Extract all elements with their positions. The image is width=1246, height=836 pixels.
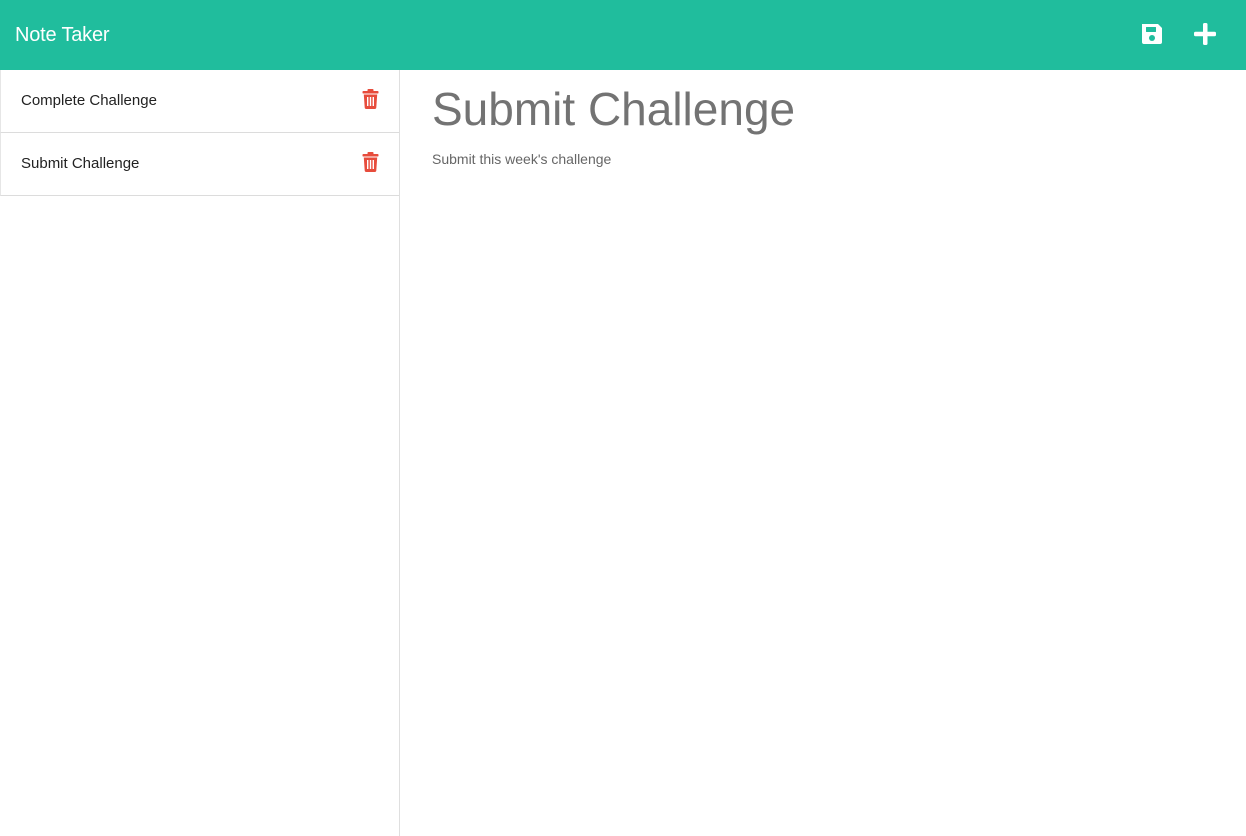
note-list-item-label: Submit Challenge (21, 155, 140, 172)
brand-title[interactable]: Note Taker (15, 22, 110, 48)
trash-icon[interactable] (362, 152, 379, 172)
navbar: Note Taker (0, 0, 1246, 70)
note-list-item[interactable]: Submit Challenge (0, 133, 399, 196)
note-editor: Submit this week's challenge (400, 70, 1246, 836)
note-text-area[interactable]: Submit this week's challenge (432, 150, 1212, 790)
save-icon[interactable] (1139, 21, 1165, 47)
trash-icon[interactable] (362, 89, 379, 109)
note-list-item[interactable]: Complete Challenge (0, 70, 399, 133)
note-list-item-label: Complete Challenge (21, 92, 157, 109)
plus-icon[interactable] (1192, 21, 1218, 47)
note-list: Complete Challenge Submit Challenge (0, 70, 400, 836)
note-title-input[interactable] (432, 82, 1212, 136)
